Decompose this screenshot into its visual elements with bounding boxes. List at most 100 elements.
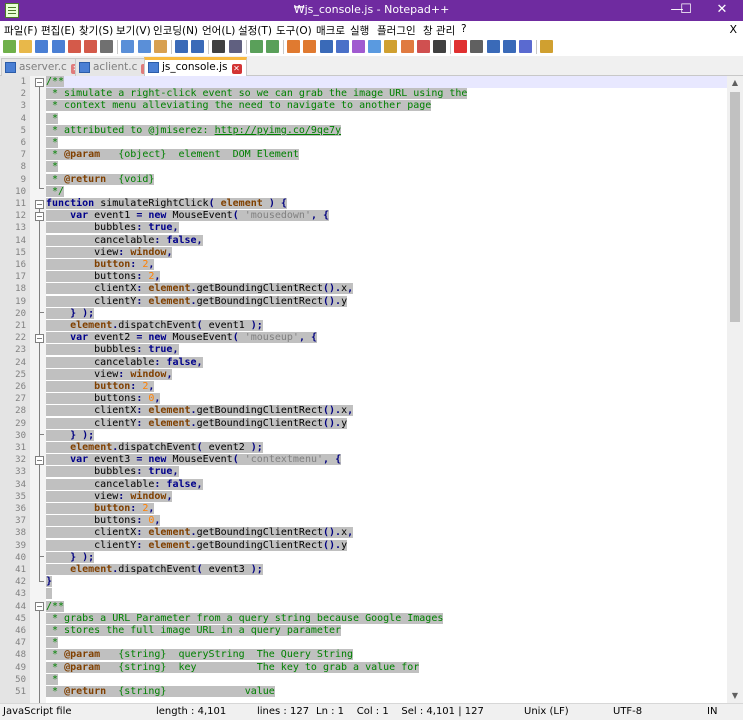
menu-window[interactable]: 창 관리 [423, 23, 455, 38]
toolbar-separator [450, 40, 452, 54]
code-line: view: window, [46, 490, 173, 502]
doc-map-icon[interactable] [368, 40, 382, 53]
line-number: 18 [15, 284, 26, 295]
menu-help[interactable]: ? [461, 23, 467, 35]
menu-view[interactable]: 보기(V) [116, 23, 151, 38]
scrollbar-thumb[interactable] [730, 92, 740, 322]
line-number: 10 [15, 186, 26, 197]
scroll-up-icon[interactable]: ▲ [727, 76, 743, 90]
menu-plugins[interactable]: 플러그인 [377, 23, 416, 38]
plugin-icon[interactable] [540, 40, 554, 53]
menu-language[interactable]: 언어(L) [202, 23, 235, 38]
line-number: 48 [15, 650, 26, 661]
line-number: 32 [15, 455, 26, 466]
cut-icon[interactable] [121, 40, 135, 53]
line-number: 44 [15, 601, 26, 612]
code-line: cancelable: false, [46, 234, 203, 246]
replace-icon[interactable] [228, 40, 242, 53]
vertical-scrollbar[interactable]: ▲ ▼ [727, 76, 743, 703]
print-icon[interactable] [100, 40, 114, 53]
menu-search[interactable]: 찾기(S) [79, 23, 113, 38]
find-icon[interactable] [212, 40, 226, 53]
line-number: 14 [15, 235, 26, 246]
code-line: clientY: element.getBoundingClientRect()… [46, 295, 348, 307]
save-macro-icon[interactable] [519, 40, 532, 53]
maximize-button[interactable]: ☐ [669, 0, 703, 21]
code-line: * @param {string} key The key to grab a … [46, 661, 420, 673]
code-line: * grabs a URL Parameter from a query str… [46, 612, 444, 624]
line-number: 8 [20, 162, 26, 173]
menu-settings[interactable]: 설정(T) [238, 23, 272, 38]
redo-icon[interactable] [191, 40, 205, 53]
new-file-icon[interactable] [3, 40, 16, 53]
run-macro-multiple-icon[interactable] [502, 40, 516, 53]
fold-toggle-icon[interactable] [35, 212, 44, 221]
code-line: * [46, 161, 59, 173]
current-line-highlight [46, 76, 727, 89]
toolbar-separator [536, 40, 538, 54]
fold-end [39, 434, 44, 435]
line-number: 4 [20, 113, 26, 124]
saved-file-icon [148, 62, 159, 73]
paste-icon[interactable] [153, 40, 167, 53]
fold-toggle-icon[interactable] [35, 456, 44, 465]
sync-vertical-icon[interactable] [287, 40, 301, 53]
code-line: * [46, 112, 59, 124]
close-icon[interactable] [67, 40, 81, 53]
zoom-in-icon[interactable] [249, 40, 263, 53]
tab-js-console-js[interactable]: js_console.js ✕ [144, 57, 247, 77]
monitoring-icon[interactable] [433, 40, 446, 53]
folder-as-workspace-icon[interactable] [400, 40, 414, 53]
code-editor[interactable]: 1 2 3 4 5 6 7 8 9 10 11 12 13 14 15 16 17 18 19 20 21 22 23 24 2… [0, 76, 727, 703]
fold-toggle-icon[interactable] [35, 334, 44, 343]
code-line: bubbles: true, [46, 222, 179, 234]
tab-aserver-c[interactable]: aserver.c✕ [1, 58, 86, 76]
menu-encoding[interactable]: 인코딩(N) [153, 23, 198, 38]
close-document-button[interactable]: X [729, 23, 737, 36]
save-all-icon[interactable] [51, 40, 65, 53]
scroll-down-icon[interactable]: ▼ [727, 689, 743, 703]
menu-file[interactable]: 파일(F) [4, 23, 38, 38]
toolbar-separator [208, 40, 210, 54]
close-tab-icon[interactable]: ✕ [231, 64, 242, 74]
line-number: 42 [15, 577, 26, 588]
code-line: bubbles: true, [46, 466, 179, 478]
stop-macro-icon[interactable] [470, 40, 484, 53]
code-line: * @param {object} element DOM Element [46, 149, 299, 161]
menu-macro[interactable]: 매크로 [316, 23, 345, 38]
toolbar-separator [117, 40, 119, 54]
code-line: * stores the full image URL in a query p… [46, 625, 342, 636]
save-icon[interactable] [35, 40, 49, 53]
fold-toggle-icon[interactable] [35, 602, 44, 611]
code-line: } ); [46, 551, 95, 564]
copy-icon[interactable] [137, 40, 151, 53]
code-line: * context menu alleviating the need to n… [46, 100, 432, 112]
record-macro-icon[interactable] [454, 40, 468, 53]
open-file-icon[interactable] [19, 40, 33, 53]
close-all-icon[interactable] [84, 40, 97, 53]
line-number: 19 [15, 296, 26, 307]
doc-switcher-icon[interactable] [416, 40, 430, 53]
menu-run[interactable]: 실행 [350, 23, 369, 38]
tab-label: aclient.c [93, 61, 138, 73]
menu-tools[interactable]: 도구(O) [276, 23, 312, 38]
line-number: 41 [15, 565, 26, 575]
line-number: 20 [15, 308, 26, 319]
code-line: element.dispatchEvent( event2 ); [46, 442, 263, 454]
indent-guide-icon[interactable] [352, 40, 365, 53]
tab-label: aserver.c [19, 61, 67, 73]
menu-edit[interactable]: 편집(E) [41, 23, 75, 38]
zoom-out-icon[interactable] [266, 40, 279, 53]
fold-toggle-icon[interactable] [35, 200, 44, 209]
function-list-icon[interactable] [384, 40, 398, 53]
show-all-chars-icon[interactable] [335, 40, 349, 53]
play-macro-icon[interactable] [486, 40, 500, 53]
sync-horizontal-icon[interactable] [303, 40, 317, 53]
word-wrap-icon[interactable] [319, 40, 333, 53]
close-window-button[interactable]: ✕ [705, 0, 739, 21]
fold-toggle-icon[interactable] [35, 78, 44, 87]
code-line: * simulate a right-click event so we can… [46, 88, 468, 100]
undo-icon[interactable] [175, 40, 188, 53]
code-line: buttons: 2, [46, 271, 161, 283]
fold-end [39, 581, 44, 582]
